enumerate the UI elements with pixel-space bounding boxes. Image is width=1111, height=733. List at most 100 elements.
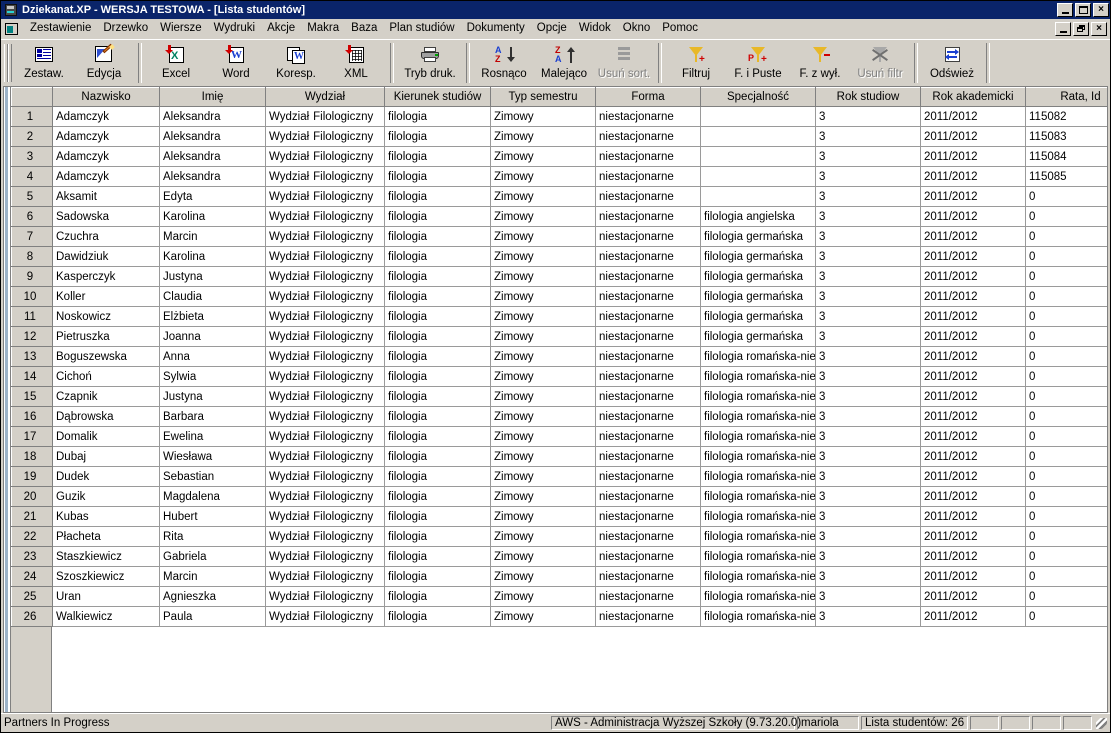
toolbar-button-rosnaco[interactable]: AZ Rosnąco <box>474 40 534 86</box>
cell-imie[interactable]: Sebastian <box>159 466 266 487</box>
cell-rok-studiow[interactable]: 3 <box>815 326 921 347</box>
cell-typ-semestru[interactable]: Zimowy <box>490 286 596 307</box>
menu-item-zestawienie[interactable]: Zestawienie <box>24 20 97 37</box>
cell-rok-akademicki[interactable]: 2011/2012 <box>920 546 1026 567</box>
cell-imie[interactable]: Marcin <box>159 226 266 247</box>
cell-rok-studiow[interactable]: 3 <box>815 606 921 627</box>
table-row[interactable]: 17 Domalik Ewelina Wydział Filologiczny filol… <box>11 426 1107 447</box>
cell-typ-semestru[interactable]: Zimowy <box>490 446 596 467</box>
cell-specjalnosc[interactable] <box>700 146 816 167</box>
menu-item-widok[interactable]: Widok <box>573 20 617 37</box>
cell-rata-id[interactable]: 0 <box>1025 246 1107 267</box>
cell-wydzial[interactable]: Wydział Filologiczny <box>265 466 385 487</box>
cell-rok-studiow[interactable]: 3 <box>815 306 921 327</box>
cell-nazwisko[interactable]: Adamczyk <box>52 146 160 167</box>
cell-kierunek-studiow[interactable]: filologia <box>384 506 491 527</box>
cell-rata-id[interactable]: 0 <box>1025 526 1107 547</box>
cell-forma[interactable]: niestacjonarne <box>595 386 701 407</box>
cell-kierunek-studiow[interactable]: filologia <box>384 366 491 387</box>
cell-typ-semestru[interactable]: Zimowy <box>490 206 596 227</box>
cell-wydzial[interactable]: Wydział Filologiczny <box>265 186 385 207</box>
cell-wydzial[interactable]: Wydział Filologiczny <box>265 566 385 587</box>
cell-wydzial[interactable]: Wydział Filologiczny <box>265 226 385 247</box>
row-number[interactable]: 3 <box>11 146 53 167</box>
cell-forma[interactable]: niestacjonarne <box>595 586 701 607</box>
cell-imie[interactable]: Aleksandra <box>159 146 266 167</box>
cell-rok-akademicki[interactable]: 2011/2012 <box>920 486 1026 507</box>
cell-typ-semestru[interactable]: Zimowy <box>490 346 596 367</box>
cell-forma[interactable]: niestacjonarne <box>595 206 701 227</box>
cell-specjalnosc[interactable]: filologia romańska-nie <box>700 506 816 527</box>
cell-rok-studiow[interactable]: 3 <box>815 386 921 407</box>
cell-rok-studiow[interactable]: 3 <box>815 426 921 447</box>
menu-item-drzewko[interactable]: Drzewko <box>97 20 154 37</box>
close-button[interactable]: × <box>1093 3 1109 17</box>
cell-forma[interactable]: niestacjonarne <box>595 446 701 467</box>
row-number[interactable]: 19 <box>11 466 53 487</box>
table-row[interactable]: 13 Boguszewska Anna Wydział Filologiczny filo… <box>11 346 1107 367</box>
cell-rata-id[interactable]: 0 <box>1025 266 1107 287</box>
toolbar-button-malejaco[interactable]: ZA Malejąco <box>534 40 594 86</box>
toolbar-button-usun-sort[interactable]: Usuń sort. <box>594 40 654 86</box>
cell-specjalnosc[interactable]: filologia romańska-nie <box>700 586 816 607</box>
row-number[interactable]: 15 <box>11 386 53 407</box>
row-number[interactable]: 26 <box>11 606 53 627</box>
cell-imie[interactable]: Karolina <box>159 206 266 227</box>
cell-specjalnosc[interactable]: filologia angielska <box>700 206 816 227</box>
cell-forma[interactable]: niestacjonarne <box>595 466 701 487</box>
cell-rok-akademicki[interactable]: 2011/2012 <box>920 526 1026 547</box>
cell-imie[interactable]: Aleksandra <box>159 126 266 147</box>
cell-specjalnosc[interactable] <box>700 106 816 127</box>
menu-item-makra[interactable]: Makra <box>301 20 345 37</box>
table-row[interactable]: 15 Czapnik Justyna Wydział Filologiczny filol… <box>11 386 1107 407</box>
row-number[interactable]: 18 <box>11 446 53 467</box>
cell-rok-akademicki[interactable]: 2011/2012 <box>920 606 1026 627</box>
cell-imie[interactable]: Sylwia <box>159 366 266 387</box>
cell-nazwisko[interactable]: Koller <box>52 286 160 307</box>
cell-specjalnosc[interactable]: filologia germańska <box>700 266 816 287</box>
cell-imie[interactable]: Aleksandra <box>159 166 266 187</box>
cell-imie[interactable]: Claudia <box>159 286 266 307</box>
mdi-restore-button[interactable] <box>1073 21 1089 36</box>
cell-nazwisko[interactable]: Dubaj <box>52 446 160 467</box>
cell-typ-semestru[interactable]: Zimowy <box>490 146 596 167</box>
cell-forma[interactable]: niestacjonarne <box>595 186 701 207</box>
cell-nazwisko[interactable]: Szoszkiewicz <box>52 566 160 587</box>
row-number[interactable]: 11 <box>11 306 53 327</box>
cell-wydzial[interactable]: Wydział Filologiczny <box>265 446 385 467</box>
table-row[interactable]: 22 Płacheta Rita Wydział Filologiczny filolog… <box>11 526 1107 547</box>
row-number[interactable]: 10 <box>11 286 53 307</box>
cell-rok-akademicki[interactable]: 2011/2012 <box>920 366 1026 387</box>
row-number[interactable]: 24 <box>11 566 53 587</box>
cell-specjalnosc[interactable]: filologia romańska-nie <box>700 566 816 587</box>
cell-kierunek-studiow[interactable]: filologia <box>384 126 491 147</box>
cell-wydzial[interactable]: Wydział Filologiczny <box>265 306 385 327</box>
table-row[interactable]: 24 Szoszkiewicz Marcin Wydział Filologiczny f… <box>11 566 1107 587</box>
column-header-nazwisko[interactable]: Nazwisko <box>52 87 160 107</box>
cell-typ-semestru[interactable]: Zimowy <box>490 606 596 627</box>
table-row[interactable]: 16 Dąbrowska Barbara Wydział Filologiczny fil… <box>11 406 1107 427</box>
cell-rok-akademicki[interactable]: 2011/2012 <box>920 206 1026 227</box>
cell-rok-akademicki[interactable]: 2011/2012 <box>920 466 1026 487</box>
cell-typ-semestru[interactable]: Zimowy <box>490 166 596 187</box>
toolbar-button-tryb-druk[interactable]: Tryb druk. <box>398 40 462 86</box>
cell-kierunek-studiow[interactable]: filologia <box>384 526 491 547</box>
cell-nazwisko[interactable]: Czuchra <box>52 226 160 247</box>
cell-forma[interactable]: niestacjonarne <box>595 226 701 247</box>
cell-rok-akademicki[interactable]: 2011/2012 <box>920 286 1026 307</box>
cell-specjalnosc[interactable]: filologia romańska-nie <box>700 546 816 567</box>
cell-rok-akademicki[interactable]: 2011/2012 <box>920 326 1026 347</box>
cell-rata-id[interactable]: 0 <box>1025 406 1107 427</box>
table-row[interactable]: 2 Adamczyk Aleksandra Wydział Filologiczny fi… <box>11 126 1107 147</box>
cell-wydzial[interactable]: Wydział Filologiczny <box>265 406 385 427</box>
menu-item-akcje[interactable]: Akcje <box>261 20 301 37</box>
cell-kierunek-studiow[interactable]: filologia <box>384 566 491 587</box>
column-header-corner[interactable] <box>11 87 53 107</box>
cell-typ-semestru[interactable]: Zimowy <box>490 226 596 247</box>
cell-rata-id[interactable]: 0 <box>1025 366 1107 387</box>
cell-rata-id[interactable]: 0 <box>1025 286 1107 307</box>
cell-imie[interactable]: Hubert <box>159 506 266 527</box>
table-row[interactable]: 23 Staszkiewicz Gabriela Wydział Filologiczn… <box>11 546 1107 567</box>
column-header-rata-id[interactable]: Rata, Id <box>1025 87 1107 107</box>
toolbar-button-filtr-i-puste[interactable]: P + F. i Puste <box>726 40 790 86</box>
